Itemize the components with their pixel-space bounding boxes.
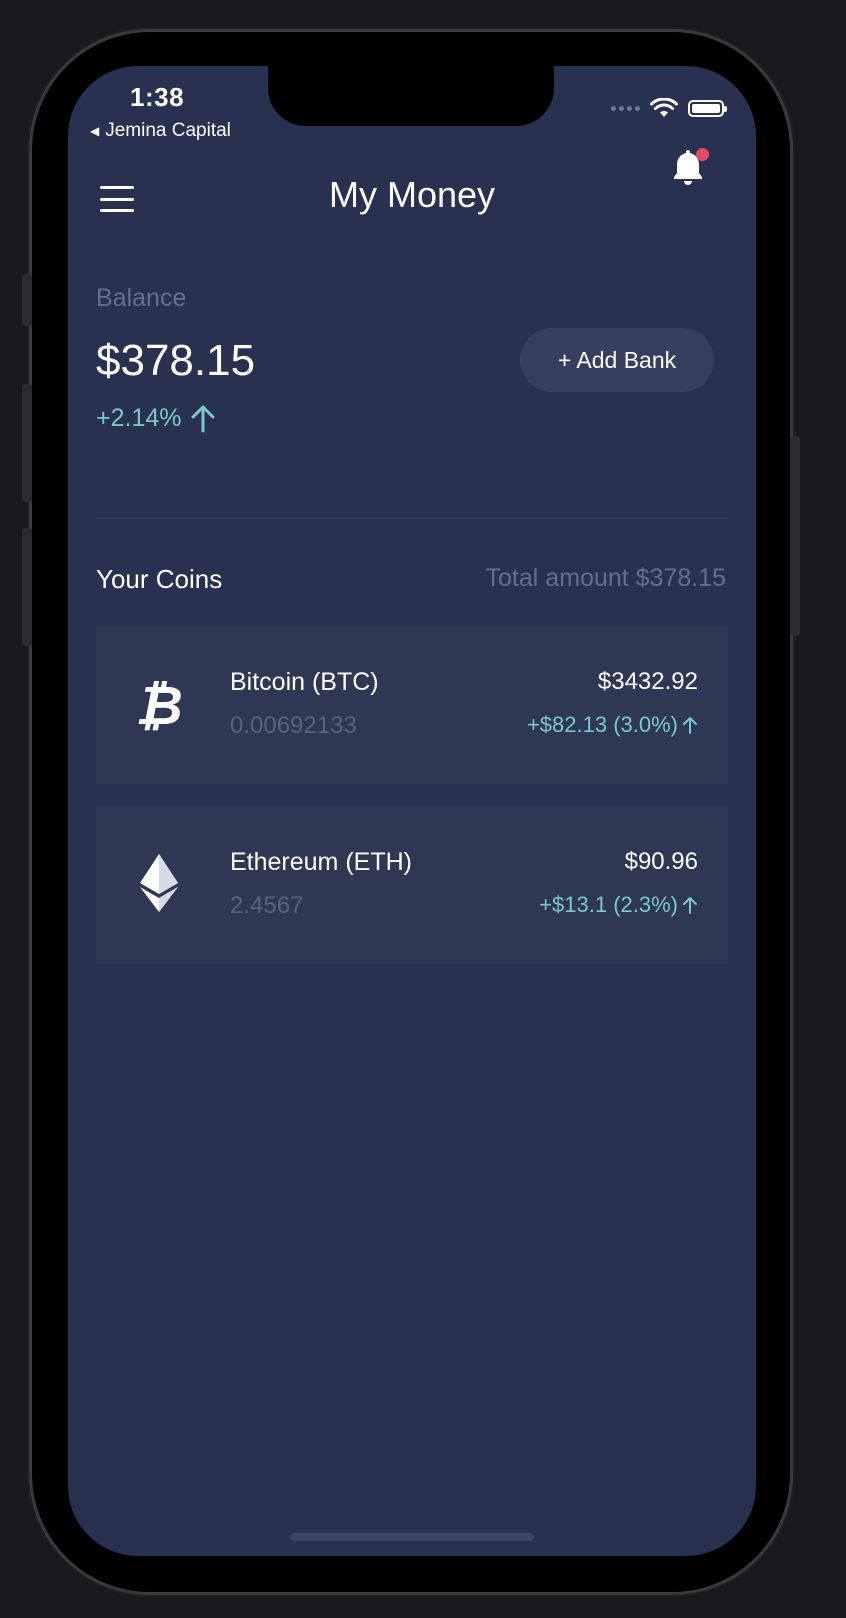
coin-change-value: +$82.13 (3.0%) — [526, 712, 678, 737]
status-indicators — [611, 98, 727, 118]
power-button — [790, 436, 800, 636]
coin-price: $3432.92 — [597, 668, 698, 695]
coin-card-bitcoin[interactable]: ₿ Bitcoin (BTC) 0.00692133 $3432.92 +$82… — [96, 626, 728, 784]
mute-switch — [22, 274, 32, 326]
page-title: My Money — [328, 174, 496, 215]
back-caret-icon: ◀ — [90, 124, 100, 138]
home-indicator[interactable] — [290, 1533, 534, 1541]
coin-change: +$13.1 (2.3%) — [539, 892, 698, 918]
wifi-icon — [650, 98, 678, 117]
coin-quantity: 0.00692133 — [230, 712, 357, 739]
coins-section-title: Your Coins — [96, 564, 223, 594]
arrow-up-icon — [683, 897, 697, 914]
add-bank-button[interactable]: + Add Bank — [520, 328, 714, 392]
coins-total-amount: Total amount $378.15 — [485, 564, 726, 592]
camera-notch — [268, 66, 554, 126]
coin-card-ethereum[interactable]: Ethereum (ETH) 2.4567 $90.96 +$13.1 (2.3… — [96, 806, 728, 964]
svg-text:₿: ₿ — [135, 674, 182, 734]
app-screen: 1:38 ◀ Jemina Capital My Money Balance $… — [68, 66, 756, 1556]
coin-name: Ethereum (ETH) — [230, 848, 412, 876]
bitcoin-icon: ₿ — [135, 674, 182, 734]
arrow-up-icon — [683, 717, 697, 734]
arrow-up-icon — [191, 405, 214, 432]
balance-label: Balance — [96, 284, 187, 312]
coin-name: Bitcoin (BTC) — [230, 668, 379, 696]
notification-badge — [696, 148, 709, 161]
ethereum-icon — [140, 854, 178, 912]
balance-change: +2.14% — [96, 404, 216, 433]
coin-price: $90.96 — [624, 848, 698, 875]
volume-down-button — [22, 528, 32, 646]
coin-change-value: +$13.1 (2.3%) — [539, 892, 678, 917]
back-to-app-link[interactable]: ◀ Jemina Capital — [90, 120, 231, 142]
balance-change-value: +2.14% — [96, 404, 182, 432]
battery-icon — [688, 99, 727, 117]
back-app-label: Jemina Capital — [105, 120, 231, 141]
cellular-signal-icon — [611, 105, 640, 111]
coin-change: +$82.13 (3.0%) — [527, 712, 698, 738]
volume-up-button — [22, 384, 32, 502]
section-divider — [96, 518, 728, 519]
status-time: 1:38 — [130, 82, 185, 112]
coin-quantity: 2.4567 — [230, 892, 304, 919]
balance-value: $378.15 — [96, 336, 256, 385]
